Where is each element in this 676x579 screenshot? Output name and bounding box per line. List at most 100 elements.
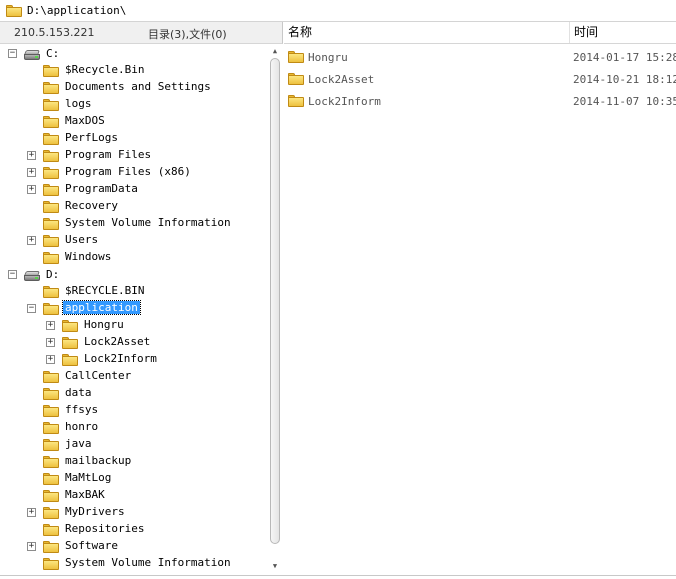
- folder-icon: [43, 302, 59, 315]
- folder-tree[interactable]: − C: $Recycle.Bin Documents and Settings log…: [0, 44, 283, 579]
- tree-folder-node[interactable]: ffsys: [0, 402, 267, 419]
- folder-icon: [43, 557, 59, 570]
- tree-folder-node[interactable]: + MyDrivers: [0, 504, 267, 521]
- collapse-icon[interactable]: −: [8, 49, 17, 58]
- tree-folder-node[interactable]: + Hongru: [0, 317, 267, 334]
- folder-icon: [43, 132, 59, 145]
- tree-scrollbar[interactable]: ▲ ▼: [267, 44, 283, 579]
- tree-folder-node[interactable]: + Users: [0, 232, 267, 249]
- tree-node-label: System Volume Information: [65, 556, 231, 569]
- tree-folder-node[interactable]: MaxDOS: [0, 113, 267, 130]
- tree-folder-node[interactable]: PerfLogs: [0, 130, 267, 147]
- item-time: 2014-11-07 10:35:: [573, 94, 676, 108]
- tree-node-label: java: [65, 437, 92, 450]
- list-header: 名称 时间: [284, 22, 676, 44]
- folder-icon: [43, 387, 59, 400]
- tree-folder-node[interactable]: + Lock2Asset: [0, 334, 267, 351]
- hard-drive-icon: [24, 270, 40, 281]
- tree-node-label: $Recycle.Bin: [65, 63, 145, 76]
- folder-icon: [43, 81, 59, 94]
- tree-folder-node[interactable]: Recovery: [0, 198, 267, 215]
- folder-icon: [43, 64, 59, 77]
- bottom-border: [0, 575, 676, 579]
- tree-node-label: logs: [65, 97, 92, 110]
- scroll-thumb[interactable]: [270, 58, 280, 544]
- folder-icon: [43, 217, 59, 230]
- tree-folder-node[interactable]: data: [0, 385, 267, 402]
- tree-node-label: Lock2Asset: [84, 335, 151, 348]
- tree-folder-node[interactable]: System Volume Information: [0, 555, 267, 572]
- tree-folder-node[interactable]: CallCenter: [0, 368, 267, 385]
- expand-icon[interactable]: +: [46, 321, 55, 330]
- tree-folder-node[interactable]: Documents and Settings: [0, 79, 267, 96]
- tree-folder-node[interactable]: Repositories: [0, 521, 267, 538]
- folder-icon: [62, 319, 78, 332]
- scroll-up-icon[interactable]: ▲: [267, 44, 283, 58]
- file-list[interactable]: Hongru 2014-01-17 15:28: Lock2Asset 2014-10…: [284, 44, 676, 579]
- tree-drive-node[interactable]: − D:: [0, 266, 267, 283]
- tree-node-label: honro: [65, 420, 99, 433]
- tree-folder-node[interactable]: + ProgramData: [0, 181, 267, 198]
- tree-node-label: Documents and Settings: [65, 80, 211, 93]
- folder-icon: [43, 251, 59, 264]
- item-name: Hongru: [308, 50, 348, 64]
- folder-icon: [43, 183, 59, 196]
- folder-icon: [62, 336, 78, 349]
- item-counts: 目录(3),文件(0): [148, 28, 227, 41]
- column-header-name[interactable]: 名称: [288, 22, 570, 43]
- folder-icon: [43, 234, 59, 247]
- collapse-icon[interactable]: −: [8, 270, 17, 279]
- item-name: Lock2Inform: [308, 94, 381, 108]
- folder-icon: [43, 489, 59, 502]
- tree-node-label: Program Files (x86): [65, 165, 191, 178]
- folder-icon: [43, 370, 59, 383]
- tree-folder-node[interactable]: Windows: [0, 249, 267, 266]
- tree-folder-node[interactable]: MaMtLog: [0, 470, 267, 487]
- expand-icon[interactable]: +: [27, 151, 36, 160]
- folder-icon: [43, 523, 59, 536]
- collapse-icon[interactable]: −: [27, 304, 36, 313]
- tree-drive-node[interactable]: − C:: [0, 45, 267, 62]
- tree-node-label: C:: [46, 47, 60, 60]
- expand-icon[interactable]: +: [27, 508, 36, 517]
- tree-node-label: Lock2Inform: [84, 352, 157, 365]
- list-item[interactable]: Lock2Asset 2014-10-21 18:12:: [288, 70, 676, 88]
- tree-folder-node[interactable]: MaxBAK: [0, 487, 267, 504]
- item-name: Lock2Asset: [308, 72, 375, 86]
- folder-icon: [43, 506, 59, 519]
- folder-icon: [43, 149, 59, 162]
- expand-icon[interactable]: +: [27, 185, 36, 194]
- tree-folder-node[interactable]: + Program Files: [0, 147, 267, 164]
- expand-icon[interactable]: +: [27, 542, 36, 551]
- list-item[interactable]: Lock2Inform 2014-11-07 10:35:: [288, 92, 676, 110]
- tree-node-label: Users: [65, 233, 99, 246]
- tree-folder-node[interactable]: + Lock2Inform: [0, 351, 267, 368]
- tree-folder-node[interactable]: mailbackup: [0, 453, 267, 470]
- tree-folder-node[interactable]: System Volume Information: [0, 215, 267, 232]
- tree-folder-node[interactable]: honro: [0, 419, 267, 436]
- folder-icon: [288, 95, 304, 107]
- folder-icon: [43, 421, 59, 434]
- tree-folder-node[interactable]: + Software: [0, 538, 267, 555]
- expand-icon[interactable]: +: [46, 338, 55, 347]
- tree-folder-node[interactable]: + Program Files (x86): [0, 164, 267, 181]
- tree-folder-node[interactable]: − application: [0, 300, 267, 317]
- list-item[interactable]: Hongru 2014-01-17 15:28:: [288, 48, 676, 66]
- server-ip: 210.5.153.221: [14, 26, 95, 39]
- folder-icon: [288, 73, 304, 85]
- tree-folder-node[interactable]: $Recycle.Bin: [0, 62, 267, 79]
- tree-folder-node[interactable]: java: [0, 436, 267, 453]
- scroll-down-icon[interactable]: ▼: [267, 559, 283, 573]
- status-bar: 210.5.153.221 目录(3),文件(0): [0, 22, 283, 44]
- tree-node-label: Repositories: [65, 522, 145, 535]
- expand-icon[interactable]: +: [27, 168, 36, 177]
- tree-node-label: Software: [65, 539, 118, 552]
- expand-icon[interactable]: +: [46, 355, 55, 364]
- tree-node-label: mailbackup: [65, 454, 132, 467]
- column-header-time[interactable]: 时间: [574, 22, 598, 43]
- folder-icon: [43, 438, 59, 451]
- tree-folder-node[interactable]: $RECYCLE.BIN: [0, 283, 267, 300]
- path-bar[interactable]: D:\application\: [0, 0, 676, 22]
- tree-folder-node[interactable]: logs: [0, 96, 267, 113]
- expand-icon[interactable]: +: [27, 236, 36, 245]
